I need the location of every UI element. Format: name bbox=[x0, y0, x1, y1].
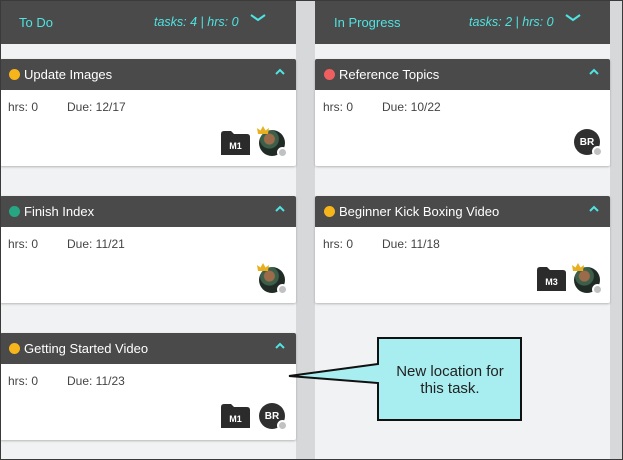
task-hours: hrs: 0 bbox=[8, 237, 39, 251]
status-dot bbox=[9, 343, 20, 354]
crown-icon bbox=[572, 263, 584, 271]
avatar[interactable] bbox=[257, 126, 288, 158]
task-title: Beginner Kick Boxing Video bbox=[339, 204, 500, 219]
task-card-header: Update Images bbox=[0, 59, 296, 90]
chevron-down-icon[interactable] bbox=[249, 11, 267, 25]
task-title: Getting Started Video bbox=[24, 341, 149, 356]
milestone-label: M3 bbox=[545, 277, 558, 287]
chevron-up-icon[interactable] bbox=[274, 67, 286, 77]
task-title: Finish Index bbox=[24, 204, 95, 219]
crown-icon bbox=[257, 263, 269, 271]
column-stats: tasks: 4 | hrs: 0 bbox=[154, 15, 239, 29]
status-dot bbox=[324, 69, 335, 80]
task-due-date: Due: 11/23 bbox=[67, 374, 125, 388]
task-hours: hrs: 0 bbox=[8, 100, 39, 114]
task-card-beginner-kick-boxing-video[interactable]: Beginner Kick Boxing Video hrs: 0 Due: 1… bbox=[315, 196, 610, 303]
chevron-up-icon[interactable] bbox=[588, 67, 600, 77]
task-card-header: Beginner Kick Boxing Video bbox=[315, 196, 610, 227]
presence-indicator bbox=[592, 146, 603, 157]
task-card-header: Finish Index bbox=[0, 196, 296, 227]
task-hours: hrs: 0 bbox=[323, 100, 354, 114]
avatar-initials: BR bbox=[579, 136, 595, 148]
avatar[interactable] bbox=[572, 263, 603, 295]
todo-column-header: To Do tasks: 4 | hrs: 0 bbox=[0, 0, 296, 44]
presence-indicator bbox=[592, 284, 603, 295]
status-dot bbox=[324, 206, 335, 217]
presence-indicator bbox=[277, 284, 288, 295]
callout-line: New location for bbox=[396, 363, 504, 380]
task-hours: hrs: 0 bbox=[323, 237, 354, 251]
callout-line: this task. bbox=[420, 380, 480, 397]
avatar[interactable] bbox=[257, 263, 288, 295]
task-due-date: Due: 11/18 bbox=[382, 237, 440, 251]
annotation-callout: New location for this task. bbox=[287, 336, 523, 422]
milestone-label: M1 bbox=[229, 414, 242, 424]
chevron-down-icon[interactable] bbox=[564, 11, 582, 25]
task-due-date: Due: 12/17 bbox=[67, 100, 126, 114]
task-title: Update Images bbox=[24, 67, 113, 82]
milestone-folder-icon[interactable]: M1 bbox=[221, 404, 250, 428]
task-hours: hrs: 0 bbox=[8, 374, 39, 388]
callout-text: New location for this task. bbox=[377, 363, 523, 397]
task-due-date: Due: 10/22 bbox=[382, 100, 441, 114]
milestone-folder-icon[interactable]: M3 bbox=[537, 267, 566, 291]
presence-indicator bbox=[277, 147, 288, 158]
task-due-date: Due: 11/21 bbox=[67, 237, 125, 251]
status-dot bbox=[9, 206, 20, 217]
milestone-label: M1 bbox=[229, 141, 242, 151]
avatar[interactable]: BR bbox=[259, 403, 288, 431]
task-card-reference-topics[interactable]: Reference Topics hrs: 0 Due: 10/22 BR bbox=[315, 59, 610, 166]
avatar[interactable]: BR bbox=[574, 129, 603, 157]
task-card-header: Reference Topics bbox=[315, 59, 610, 90]
avatar-initials: BR bbox=[264, 410, 280, 422]
column-title: In Progress bbox=[334, 15, 401, 30]
task-card-getting-started-video[interactable]: Getting Started Video hrs: 0 Due: 11/23 … bbox=[0, 333, 296, 440]
column-stats: tasks: 2 | hrs: 0 bbox=[469, 15, 554, 29]
task-card-update-images[interactable]: Update Images hrs: 0 Due: 12/17 M1 bbox=[0, 59, 296, 166]
chevron-up-icon[interactable] bbox=[274, 204, 286, 214]
task-card-header: Getting Started Video bbox=[0, 333, 296, 364]
chevron-up-icon[interactable] bbox=[274, 341, 286, 351]
task-card-finish-index[interactable]: Finish Index hrs: 0 Due: 11/21 bbox=[0, 196, 296, 303]
status-dot bbox=[9, 69, 20, 80]
milestone-folder-icon[interactable]: M1 bbox=[221, 131, 250, 155]
chevron-up-icon[interactable] bbox=[588, 204, 600, 214]
task-title: Reference Topics bbox=[339, 67, 440, 82]
in-progress-column-header: In Progress tasks: 2 | hrs: 0 bbox=[315, 0, 610, 44]
crown-icon bbox=[257, 126, 269, 134]
column-title: To Do bbox=[19, 15, 53, 30]
